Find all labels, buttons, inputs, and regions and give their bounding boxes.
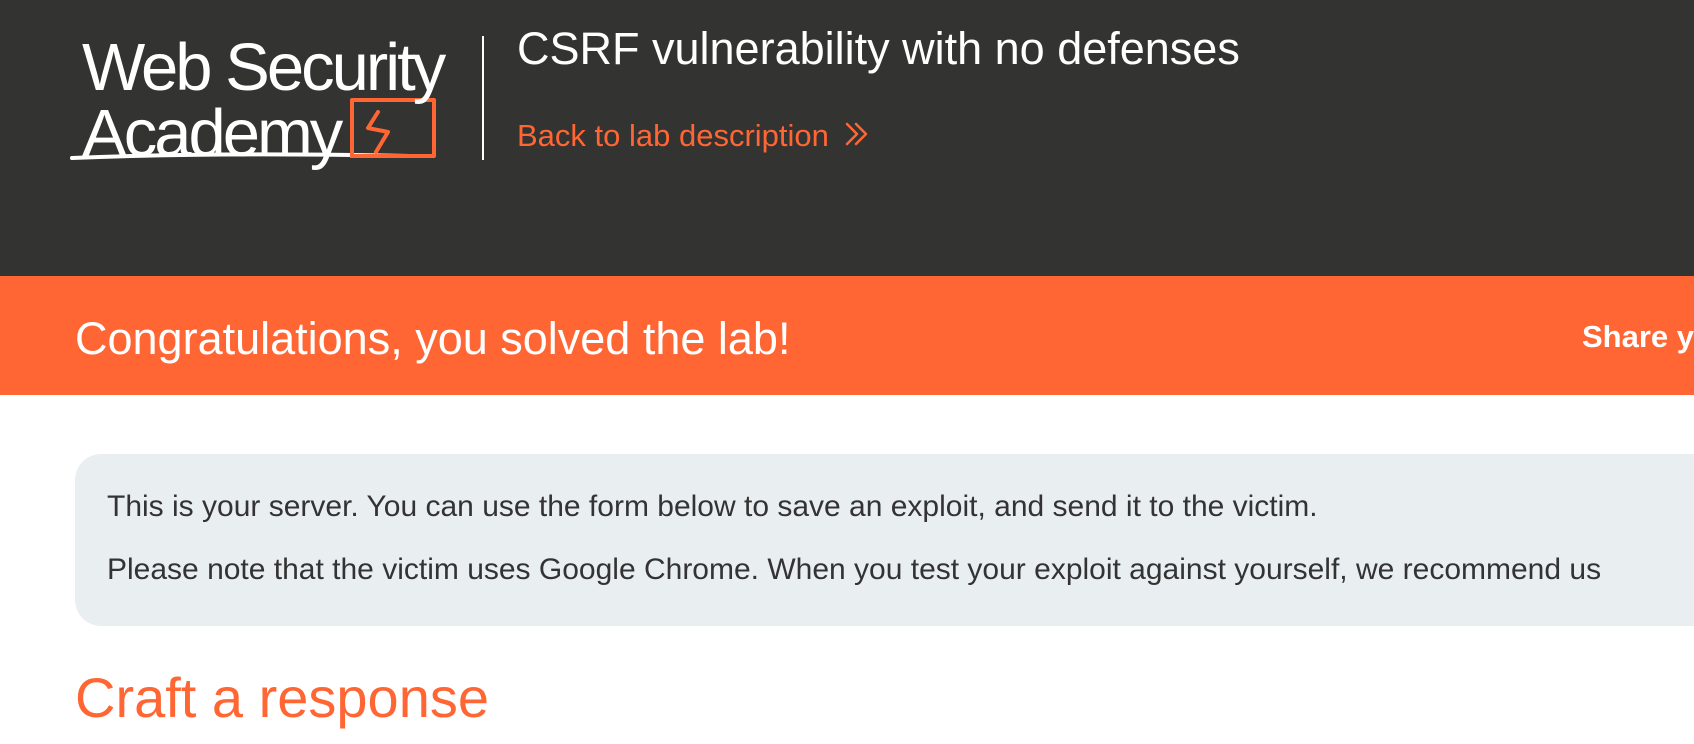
header: Web Security Academy CSRF vulnerability … xyxy=(0,0,1694,276)
solved-banner: Congratulations, you solved the lab! Sha… xyxy=(0,276,1694,395)
web-security-academy-logo[interactable]: Web Security Academy xyxy=(70,32,480,182)
share-link[interactable]: Share y xyxy=(1582,317,1694,357)
double-chevron-right-icon xyxy=(843,118,871,158)
logo-text-line1: Web Security xyxy=(82,30,446,105)
back-to-lab-description-link[interactable]: Back to lab description xyxy=(517,116,871,158)
lab-title: CSRF vulnerability with no defenses xyxy=(517,23,1240,74)
craft-response-heading: Craft a response xyxy=(75,666,489,729)
header-divider xyxy=(482,36,484,160)
logo-text-line2: Academy xyxy=(82,96,343,171)
solved-message: Congratulations, you solved the lab! xyxy=(75,313,791,364)
info-line-server: This is your server. You can use the for… xyxy=(107,490,1318,523)
page: Web Security Academy CSRF vulnerability … xyxy=(0,0,1694,744)
back-link-label: Back to lab description xyxy=(517,118,829,153)
info-line-chrome-note: Please note that the victim uses Google … xyxy=(107,553,1602,586)
server-info-box: This is your server. You can use the for… xyxy=(75,454,1694,626)
lightning-bolt-icon xyxy=(366,110,390,154)
